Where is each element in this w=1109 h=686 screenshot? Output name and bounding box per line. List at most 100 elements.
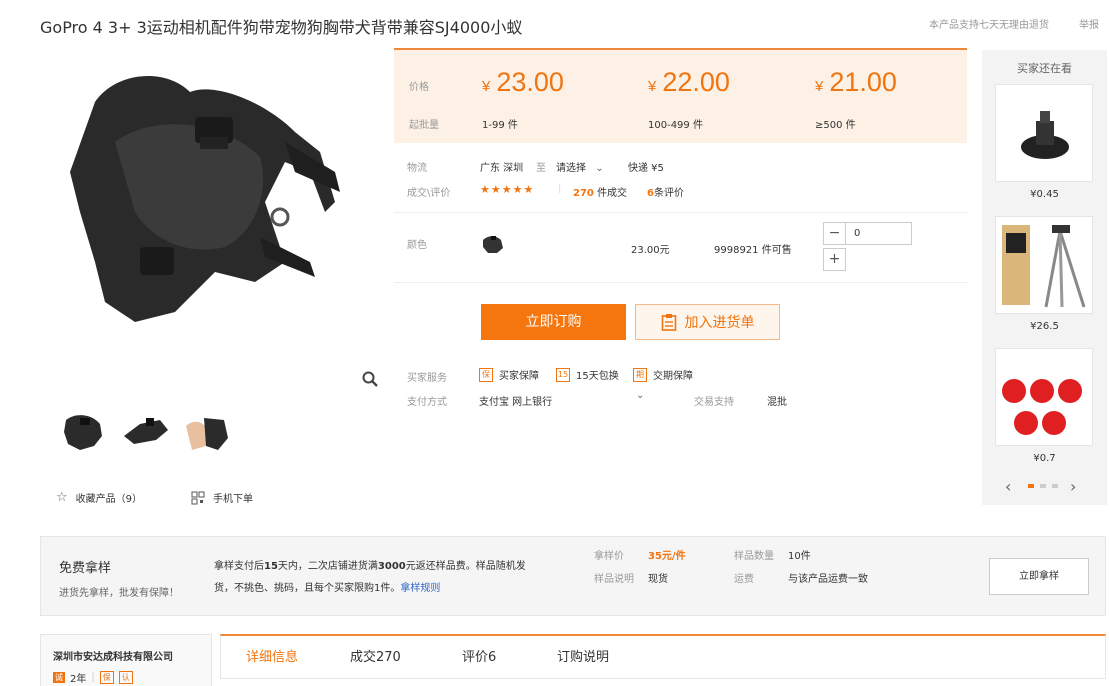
zoom-icon[interactable] bbox=[361, 370, 379, 388]
review-count-link[interactable]: 6条评价 bbox=[647, 184, 684, 199]
desc-part: 天内，二次店铺进货满 bbox=[277, 561, 378, 572]
return-policy-notice: 本产品支持七天无理由退货 bbox=[929, 20, 1049, 31]
trade-support-label: 交易支持 bbox=[694, 397, 734, 408]
buy-now-button[interactable]: 立即订购 bbox=[481, 304, 626, 340]
main-product-image[interactable] bbox=[55, 62, 355, 342]
range-tier-2: 100-499 件 bbox=[648, 120, 703, 131]
recommended-item-1-price: ¥0.45 bbox=[1030, 189, 1059, 200]
tab-order-notes[interactable]: 订购说明 bbox=[557, 646, 609, 665]
tab-details[interactable]: 详细信息 bbox=[246, 646, 298, 665]
star-rating-icon: ★★★★★ bbox=[480, 183, 535, 196]
separator: | bbox=[558, 183, 562, 194]
price-tier-1: ¥23.00 bbox=[482, 67, 564, 98]
logistics-label: 物流 bbox=[407, 163, 427, 174]
carousel-dot[interactable] bbox=[1040, 484, 1046, 488]
reviews-label: 成交\评价 bbox=[407, 188, 451, 199]
service-label: 交期保障 bbox=[653, 371, 693, 382]
payment-label: 支付方式 bbox=[407, 397, 447, 408]
shipping-fee: 快递 ¥5 bbox=[628, 163, 664, 174]
range-tier-1: 1-99 件 bbox=[482, 120, 518, 131]
sidebar-title: 买家还在看 bbox=[1017, 62, 1072, 75]
get-sample-button[interactable]: 立即拿样 bbox=[989, 558, 1089, 595]
add-to-cart-button[interactable]: 加入进货单 bbox=[635, 304, 780, 340]
clipboard-icon bbox=[661, 314, 676, 331]
free-sample-description: 拿样支付后15天内，二次店铺进货满3000元返还样品费。样品随机发货，不挑色、挑… bbox=[214, 556, 534, 600]
add-to-cart-label: 加入进货单 bbox=[684, 315, 755, 331]
variant-stock: 9998921 件可售 bbox=[714, 245, 792, 256]
service-label: 15天包换 bbox=[576, 371, 619, 382]
report-link[interactable]: 举报 bbox=[1079, 16, 1099, 31]
mobile-order-label: 手机下单 bbox=[213, 494, 253, 505]
sample-rules-link[interactable]: 拿样规则 bbox=[400, 583, 440, 594]
review-word: 条评价 bbox=[653, 188, 684, 199]
quantity-input[interactable] bbox=[845, 222, 912, 245]
trust-badge-icon: 诚 bbox=[53, 672, 65, 683]
variant-price: 23.00元 bbox=[631, 245, 670, 256]
service-buyer-protection[interactable]: 保 买家保障 bbox=[479, 367, 539, 382]
service-delivery-guarantee[interactable]: 期 交期保障 bbox=[633, 367, 693, 382]
recommended-item-3-price: ¥0.7 bbox=[1033, 453, 1056, 464]
range-tier-3: ≥500 件 bbox=[815, 120, 856, 131]
divider bbox=[394, 282, 967, 283]
tripod-image bbox=[1002, 225, 1086, 308]
chevron-right-icon[interactable]: › bbox=[1070, 477, 1076, 496]
favorite-button[interactable]: ☆ 收藏产品（9） bbox=[56, 490, 142, 505]
payment-methods: 支付宝 网上银行 bbox=[479, 397, 553, 408]
destination-select[interactable]: 请选择 ⌄ bbox=[556, 159, 604, 174]
service-label: 买家保障 bbox=[499, 371, 539, 382]
verified-icon: 认 bbox=[118, 671, 133, 684]
buyer-service-label: 买家服务 bbox=[407, 373, 447, 384]
price-tier-2-value: 22.00 bbox=[662, 67, 730, 97]
sample-qty-label: 样品数量 bbox=[734, 551, 774, 562]
company-years: 2年 bbox=[70, 674, 87, 685]
clock-icon: 期 bbox=[633, 367, 647, 382]
desc-amount: 3000 bbox=[377, 561, 406, 572]
sample-price-value: 35元/件 bbox=[648, 551, 686, 562]
price-tier-1-value: 23.00 bbox=[496, 67, 564, 97]
service-15day-exchange[interactable]: 15 15天包换 bbox=[556, 367, 619, 382]
page-title: GoPro 4 3+ 3运动相机配件狗带宠物狗胸带犬背带兼容SJ4000小蚁 bbox=[40, 18, 523, 37]
recommended-item-1-image[interactable] bbox=[995, 84, 1093, 182]
company-badges: 诚 2年 | 保 认 bbox=[53, 670, 133, 685]
sample-note-label: 样品说明 bbox=[594, 574, 634, 585]
currency-symbol: ¥ bbox=[648, 78, 657, 95]
carousel-dot-active[interactable] bbox=[1028, 484, 1034, 488]
recommended-item-3-image[interactable] bbox=[995, 348, 1093, 446]
tab-reviews[interactable]: 评价6 bbox=[462, 646, 496, 665]
price-box: 价格 起批量 ¥23.00 ¥22.00 ¥21.00 1-99 件 100-4… bbox=[394, 48, 967, 143]
sample-note-value: 现货 bbox=[648, 574, 668, 585]
desc-days: 15 bbox=[264, 561, 278, 572]
tab-deals[interactable]: 成交270 bbox=[350, 646, 401, 665]
chevron-down-icon[interactable]: ⌄ bbox=[636, 390, 644, 401]
sample-fee-label: 运费 bbox=[734, 574, 754, 585]
recommended-item-2-image[interactable] bbox=[995, 216, 1093, 314]
badge-divider: | bbox=[91, 672, 95, 683]
suction-cups-image bbox=[1002, 379, 1082, 435]
free-sample-bar bbox=[40, 536, 1106, 616]
carousel-dot[interactable] bbox=[1052, 484, 1058, 488]
desc-part: 拿样支付后 bbox=[214, 561, 264, 572]
free-sample-title: 免费拿样 bbox=[59, 561, 112, 576]
variant-thumbnail[interactable] bbox=[480, 232, 506, 256]
company-name[interactable]: 深圳市安达成科技有限公司 bbox=[53, 648, 173, 663]
deals-word: 件成交 bbox=[597, 188, 628, 199]
price-tier-2: ¥22.00 bbox=[648, 67, 730, 98]
deals-count-link[interactable]: 270 件成交 bbox=[573, 184, 627, 199]
price-tier-3: ¥21.00 bbox=[815, 67, 897, 98]
sample-fee-value: 与该产品运费一致 bbox=[788, 574, 868, 585]
thumbnail-2[interactable] bbox=[120, 406, 170, 456]
qty-decrement-button[interactable]: − bbox=[823, 222, 846, 245]
favorite-label: 收藏产品（9） bbox=[75, 494, 143, 505]
thumbnail-3[interactable] bbox=[182, 406, 232, 456]
qr-code-icon bbox=[191, 491, 205, 504]
color-label: 颜色 bbox=[407, 240, 427, 251]
mobile-order-button[interactable]: 手机下单 bbox=[191, 490, 253, 505]
ship-to-word: 至 bbox=[536, 163, 546, 174]
currency-symbol: ¥ bbox=[815, 78, 824, 95]
chevron-down-icon: ⌄ bbox=[595, 163, 604, 174]
qty-increment-button[interactable]: + bbox=[823, 248, 846, 271]
chevron-left-icon[interactable]: ‹ bbox=[1005, 477, 1011, 496]
thumbnail-1[interactable] bbox=[58, 406, 108, 456]
review-count: 6 bbox=[647, 188, 654, 199]
recommended-item-2-price: ¥26.5 bbox=[1030, 321, 1059, 332]
